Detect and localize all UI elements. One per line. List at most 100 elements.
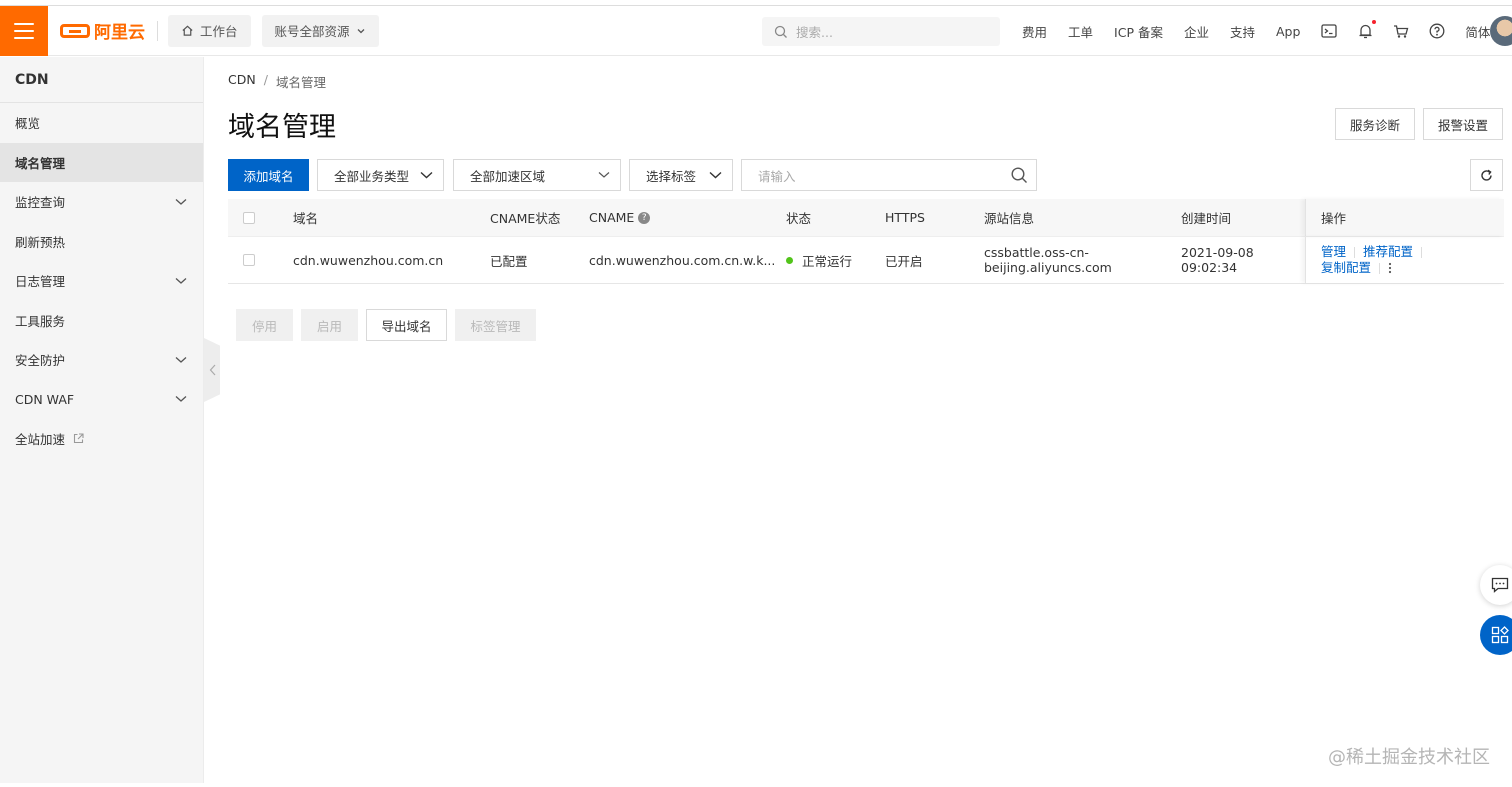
header-https: HTTPS — [885, 210, 925, 225]
chevron-down-icon — [420, 171, 433, 179]
region-label: 全部加速区域 — [470, 168, 546, 184]
help-icon[interactable] — [1429, 23, 1445, 39]
chevron-down-icon — [175, 277, 187, 284]
select-all-checkbox[interactable] — [243, 211, 255, 224]
sidebar-item-logs[interactable]: 日志管理 — [0, 261, 203, 301]
language-switch[interactable]: 简体 — [1465, 22, 1490, 41]
sidebar: CDN 概览 域名管理 监控查询 刷新预热 日志管理 工具服务 安全防护 CDN… — [0, 57, 204, 783]
enterprise-link[interactable]: 企业 — [1184, 22, 1209, 41]
resource-scope-dropdown[interactable]: 账号全部资源 — [261, 14, 379, 47]
watermark: @稀土掘金技术社区 — [1328, 747, 1490, 768]
aliyun-logo-mark-icon — [60, 23, 90, 38]
top-nav-links: 费用 工单 ICP 备案 企业 支持 App 简体 — [1022, 6, 1511, 56]
sidebar-collapse-handle[interactable] — [204, 338, 220, 402]
cell-https: 已开启 — [885, 253, 923, 269]
sidebar-item-overview[interactable]: 概览 — [0, 103, 203, 143]
created-date: 2021-09-08 — [1181, 245, 1254, 260]
row-checkbox-cell — [243, 237, 255, 283]
copy-config-link[interactable]: 复制配置 — [1321, 260, 1371, 276]
chevron-down-icon — [598, 172, 610, 178]
header-cname-cell: CNAME ? — [589, 199, 651, 236]
top-navbar: 阿里云 工作台 账号全部资源 搜索... 费用 工单 ICP 备案 企业 支持 … — [0, 5, 1512, 56]
external-link-icon — [73, 433, 84, 444]
sidebar-item-domain-management[interactable]: 域名管理 — [0, 142, 203, 182]
sidebar-item-cdn-waf[interactable]: CDN WAF — [0, 380, 203, 420]
sidebar-item-security[interactable]: 安全防护 — [0, 340, 203, 380]
chevron-down-icon — [175, 356, 187, 363]
sidebar-item-label: 工具服务 — [15, 313, 66, 329]
cell-status: 正常运行 — [786, 237, 852, 283]
sidebar-item-monitoring[interactable]: 监控查询 — [0, 182, 203, 222]
header-cname: CNAME — [589, 210, 635, 225]
app-root: 阿里云 工作台 账号全部资源 搜索... 费用 工单 ICP 备案 企业 支持 … — [0, 0, 1512, 787]
tag-select-dropdown[interactable]: 选择标签 — [629, 159, 733, 191]
header-created: 创建时间 — [1181, 211, 1232, 226]
refresh-button[interactable] — [1470, 159, 1503, 191]
export-domains-button[interactable]: 导出域名 — [366, 309, 447, 341]
divider — [1379, 262, 1381, 274]
global-search-placeholder: 搜索... — [796, 25, 833, 40]
manage-link[interactable]: 管理 — [1321, 244, 1346, 260]
tag-management-button[interactable]: 标签管理 — [455, 309, 536, 341]
enable-button[interactable]: 启用 — [301, 309, 358, 341]
disable-button[interactable]: 停用 — [236, 309, 293, 341]
breadcrumb-root-link[interactable]: CDN — [228, 72, 256, 91]
sidebar-item-label: 全站加速 — [15, 432, 66, 448]
logo-text: 阿里云 — [94, 23, 145, 43]
sidebar-item-label: 安全防护 — [15, 353, 66, 369]
cell-domain: cdn.wuwenzhou.com.cn — [293, 252, 444, 268]
app-link[interactable]: App — [1276, 24, 1300, 39]
app-grid-button[interactable] — [1480, 615, 1512, 655]
service-diagnose-button[interactable]: 服务诊断 — [1335, 108, 1415, 140]
recommend-config-link[interactable]: 推荐配置 — [1363, 244, 1413, 260]
sidebar-item-label: 域名管理 — [15, 155, 66, 171]
icp-link[interactable]: ICP 备案 — [1114, 22, 1163, 41]
business-type-label: 全部业务类型 — [334, 168, 410, 184]
ops-column: 管理 推荐配置 复制配置 — [1305, 237, 1504, 283]
menu-icon[interactable] — [0, 5, 48, 56]
help-icon[interactable]: ? — [638, 211, 651, 224]
header-origin: 源站信息 — [984, 211, 1035, 226]
aliyun-logo[interactable]: 阿里云 — [60, 18, 145, 43]
chevron-down-icon — [709, 171, 722, 179]
domain-table: 域名 CNAME状态 CNAME ? 状态 HTTPS 源站信息 创建时间 操作… — [228, 199, 1504, 284]
notification-dot — [1372, 20, 1377, 24]
origin-line-2: beijing.aliyuncs.com — [984, 260, 1112, 275]
region-dropdown[interactable]: 全部加速区域 — [453, 159, 621, 191]
refresh-icon — [1481, 169, 1492, 181]
select-all-checkbox-cell — [243, 199, 255, 236]
global-search-input[interactable]: 搜索... — [762, 17, 1000, 46]
resource-scope-label: 账号全部资源 — [274, 24, 350, 39]
bell-icon[interactable] — [1357, 20, 1377, 39]
terminal-icon[interactable] — [1321, 23, 1338, 39]
chat-button[interactable] — [1480, 565, 1512, 605]
sidebar-item-label: 日志管理 — [15, 274, 66, 290]
row-checkbox[interactable] — [243, 254, 255, 266]
fees-link[interactable]: 费用 — [1022, 22, 1047, 41]
origin-line-1: cssbattle.oss-cn- — [984, 245, 1089, 260]
business-type-dropdown[interactable]: 全部业务类型 — [317, 159, 444, 191]
avatar[interactable] — [1490, 16, 1512, 46]
divider — [1354, 246, 1356, 258]
sidebar-item-tools[interactable]: 工具服务 — [0, 301, 203, 341]
sidebar-item-refresh-prefetch[interactable]: 刷新预热 — [0, 222, 203, 262]
header-ops: 操作 — [1321, 211, 1347, 226]
add-domain-button[interactable]: 添加域名 — [228, 159, 309, 191]
tickets-link[interactable]: 工单 — [1068, 22, 1093, 41]
sidebar-item-label: 监控查询 — [15, 195, 66, 211]
page-title: 域名管理 — [228, 112, 336, 143]
cart-icon[interactable] — [1393, 23, 1409, 39]
cell-created: 2021-09-08 09:02:34 — [1181, 237, 1254, 283]
breadcrumb-current: 域名管理 — [275, 75, 326, 90]
chevron-left-icon — [209, 364, 215, 376]
domain-search-input[interactable]: 请输入 — [741, 159, 1037, 191]
chevron-down-icon — [175, 396, 187, 403]
sidebar-item-dcdn[interactable]: 全站加速 — [0, 419, 203, 459]
alarm-settings-button[interactable]: 报警设置 — [1423, 108, 1503, 140]
workbench-button[interactable]: 工作台 — [168, 14, 251, 47]
sidebar-item-label: 刷新预热 — [15, 234, 66, 250]
support-link[interactable]: 支持 — [1230, 22, 1255, 41]
search-icon[interactable] — [1011, 166, 1028, 184]
more-vertical-icon[interactable] — [1388, 262, 1392, 274]
status-text: 正常运行 — [802, 253, 853, 269]
